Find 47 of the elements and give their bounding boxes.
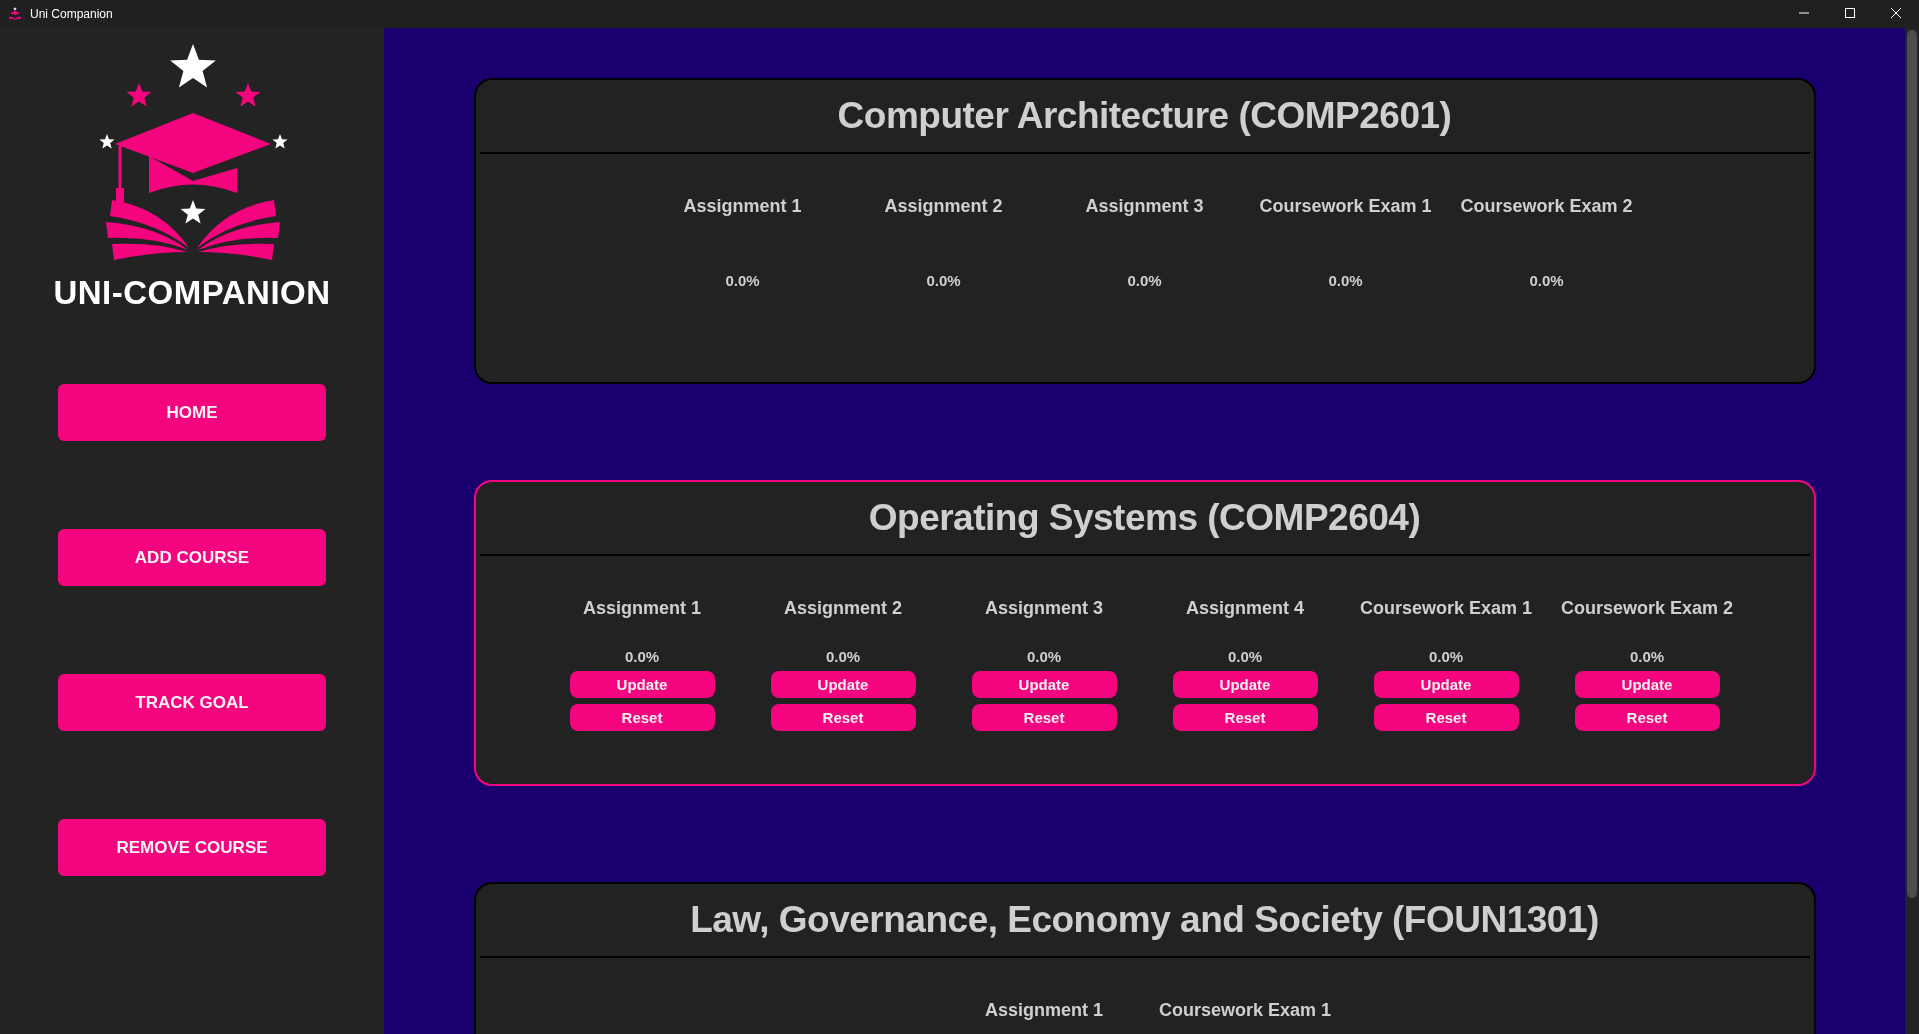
grade-action-button[interactable]: Update [770,671,916,698]
assessment-label: Coursework Exam 2 [1560,597,1734,620]
grade-action-button[interactable]: Reset [1172,704,1318,731]
course-title: Operating Systems (COMP2604) [479,482,1810,556]
grade-action-button[interactable]: Reset [971,704,1117,731]
grade-value: 0.0% [1629,648,1665,666]
grade-action-button[interactable]: Update [569,671,715,698]
grade-value: 0.0% [1529,272,1564,290]
assessment-label: Coursework Exam 1 [1259,195,1432,218]
assessment-label: Assignment 2 [884,195,1003,218]
nav-button[interactable]: REMOVE COURSE [58,819,326,876]
assessment-label: Coursework Exam 1 [1359,597,1533,620]
grade-value: 0.0% [1328,272,1363,290]
grade-value: 0.0% [1026,648,1062,666]
assessment-label: Assignment 3 [1085,195,1204,218]
grade-value: 0.0% [825,648,861,666]
grade-action-button[interactable]: Reset [770,704,916,731]
grade-action-button[interactable]: Update [971,671,1117,698]
assessment-label: Assignment 1 [683,195,802,218]
grade-action-button[interactable]: Update [1172,671,1318,698]
grade-value: 0.0% [725,272,760,290]
grade-action-button[interactable]: Update [1373,671,1519,698]
scrollbar-thumb[interactable] [1907,30,1917,898]
course-title: Computer Architecture (COMP2601) [479,80,1810,154]
grade-value: 0.0% [1127,272,1162,290]
assessment-label: Assignment 2 [784,597,902,620]
grade-value: 0.0% [1227,648,1263,666]
window-title: Uni Companion [30,7,113,21]
assessment-label: Coursework Exam 2 [1460,195,1633,218]
nav-button[interactable]: TRACK GOAL [58,674,326,731]
grade-value: 0.0% [624,648,660,666]
grade-value: 0.0% [926,272,961,290]
grade-value: 0.0% [1428,648,1464,666]
grade-action-button[interactable]: Reset [1373,704,1519,731]
assessment-label: Assignment 1 [583,597,701,620]
logo-text: UNI-COMPANION [53,274,331,312]
nav-button[interactable]: ADD COURSE [58,529,326,586]
assessment-label: Assignment 3 [985,597,1103,620]
grade-action-button[interactable]: Reset [1574,704,1720,731]
assessment-label: Assignment 1 [985,999,1103,1022]
course-title: Law, Governance, Economy and Society (FOUN1301) [479,884,1810,958]
app-icon [8,7,22,21]
grade-action-button[interactable]: Reset [569,704,715,731]
assessment-label: Coursework Exam 1 [1158,999,1332,1022]
grade-action-button[interactable]: Update [1574,671,1720,698]
assessment-label: Assignment 4 [1186,597,1304,620]
nav-button[interactable]: HOME [58,384,326,441]
